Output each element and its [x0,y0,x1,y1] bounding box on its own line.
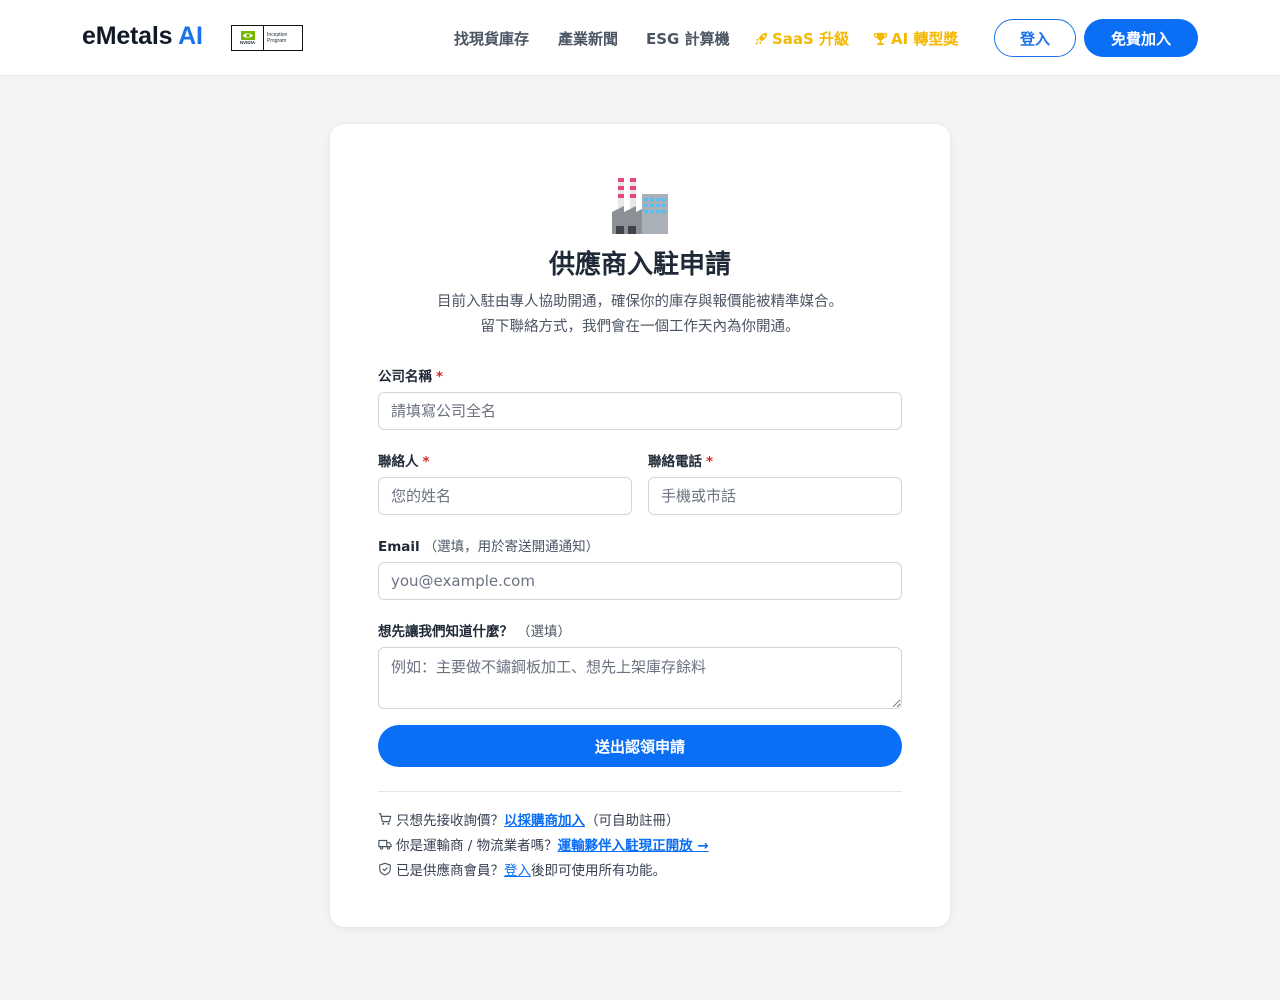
brand-name: eMetals [82,22,173,50]
member-login-line: 已是供應商會員？ 登入 後即可使用所有功能。 [378,859,666,879]
nav-news[interactable]: 產業新聞 [558,28,618,49]
subtitle-line-1: 目前入駐由專人協助開通，確保你的庫存與報價能被精準媒合。 [437,294,843,310]
email-input[interactable] [378,562,902,600]
phone-input[interactable] [648,477,902,515]
note-textarea[interactable] [378,647,902,709]
note-label-text: 想先讓我們知道什麼？ [378,624,513,640]
supplier-application-card: 供應商入駐申請 目前入駐由專人協助開通，確保你的庫存與報價能被精準媒合。 留下聯… [330,124,950,927]
nvidia-wordmark: NVIDIA [239,40,256,45]
truck-icon [378,839,392,850]
nav-inventory-label: 找現貨庫存 [454,30,530,48]
trophy-icon [873,32,888,46]
email-label-text: Email [378,539,420,555]
contact-person-input[interactable] [378,477,632,515]
nvidia-inception-badge: NVIDIA Inception Program [231,25,303,51]
divider [378,791,902,792]
required-marker: * [436,369,444,385]
nav-saas-label: SaaS 升級 [772,30,850,48]
required-marker: * [422,454,430,470]
note-label: 想先讓我們知道什麼？ （選填） [378,620,571,640]
nav-ai-award[interactable]: AI 轉型獎 [873,28,958,49]
email-label: Email （選填，用於寄送開通通知） [378,535,599,555]
company-name-label: 公司名稱 * [378,365,443,385]
company-name-input[interactable] [378,392,902,430]
brand-logo[interactable]: eMetals AI [82,22,203,51]
nvidia-eye-icon [240,31,255,40]
cart-icon [378,813,392,825]
nav-esg-calculator[interactable]: ESG 計算機 [646,28,730,49]
required-marker: * [706,454,714,470]
buyer-join-link[interactable]: 以採購商加入 [504,809,585,829]
subtitle-line-2: 留下聯絡方式，我們會在一個工作天內為你開通。 [480,319,800,335]
company-label-text: 公司名稱 [378,369,432,385]
rocket-icon [755,32,768,45]
member-prefix-text: 已是供應商會員？ [396,863,504,879]
nav-esg-label: ESG 計算機 [646,30,730,48]
phone-label: 聯絡電話 * [648,450,713,470]
top-nav-bar: eMetals AI NVIDIA Inception Program 找現貨庫… [0,0,1280,76]
buyer-prefix-text: 只想先接收詢價？ [396,813,504,829]
nav-saas-upgrade[interactable]: SaaS 升級 [754,28,849,49]
nav-inventory[interactable]: 找現貨庫存 [454,28,529,49]
shield-check-icon [379,862,391,876]
buyer-join-line: 只想先接收詢價？ 以採購商加入 （可自助註冊） [378,809,680,829]
member-suffix-text: 後即可使用所有功能。 [531,863,666,879]
login-button[interactable]: 登入 [994,19,1076,57]
email-hint: （選填，用於寄送開通通知） [423,539,600,555]
free-join-button[interactable]: 免費加入 [1084,19,1198,57]
nav-award-label: AI 轉型獎 [891,30,959,48]
logistics-partner-line: 你是運輸商 / 物流業者嗎？ 運輸夥伴入駐現正開放 → [378,834,709,854]
buyer-suffix-text: （可自助註冊） [585,813,680,829]
program-text: Program [267,38,287,44]
note-hint: （選填） [517,624,571,640]
logistics-partner-link[interactable]: 運輸夥伴入駐現正開放 → [558,834,709,854]
phone-label-text: 聯絡電話 [648,454,702,470]
submit-application-button[interactable]: 送出認領申請 [378,725,902,767]
logistics-prefix-text: 你是運輸商 / 物流業者嗎？ [396,838,558,854]
nav-news-label: 產業新聞 [558,30,619,48]
member-login-link[interactable]: 登入 [504,859,531,879]
factory-icon [612,178,668,234]
brand-ai-suffix: AI [178,22,203,50]
contact-person-label: 聯絡人 * [378,450,430,470]
contact-label-text: 聯絡人 [378,454,419,470]
page-title: 供應商入駐申請 [548,250,731,280]
